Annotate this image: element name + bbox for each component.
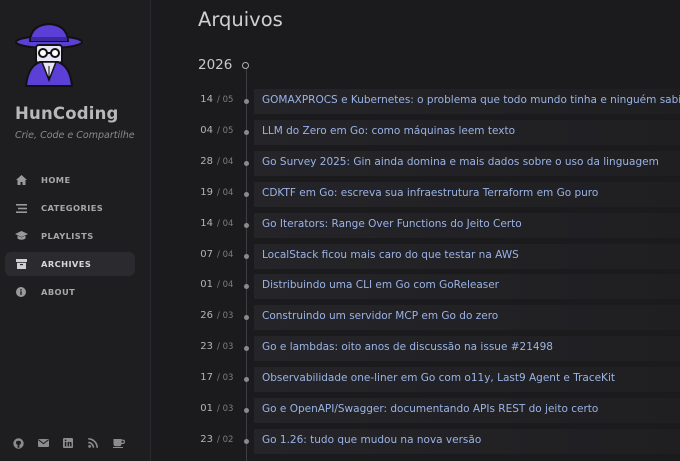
post-title-link[interactable]: CDKTF em Go: escreva sua infraestrutura … [262, 187, 598, 199]
timeline-dot [243, 253, 249, 259]
post-row[interactable]: 26 / 03 Construindo um servidor MCP em Go … [151, 305, 680, 331]
nav-item-categories[interactable]: CATEGORIES [5, 196, 135, 220]
post-day: 17 [200, 372, 213, 384]
post-row[interactable]: 23 / 02 Go 1.26: tudo que mudou na nova ve… [151, 428, 680, 454]
post-title-link[interactable]: Go Survey 2025: Gin ainda domina e mais … [262, 156, 659, 168]
post-row[interactable]: 07 / 04 LocalStack ficou mais caro do que … [151, 243, 680, 269]
graduation-cap-icon [14, 229, 28, 243]
post-title-link[interactable]: Go 1.26: tudo que mudou na nova versão [262, 434, 481, 446]
timeline-dot [243, 191, 249, 197]
nav-label-about: ABOUT [41, 287, 76, 297]
info-circle-icon [14, 285, 28, 299]
post-month: / 04 [217, 218, 234, 229]
post-month: / 03 [217, 311, 234, 322]
post-month: / 05 [217, 95, 234, 105]
post-month: / 03 [217, 373, 234, 384]
post-title-link[interactable]: Observabilidade one-liner em Go com o11y… [262, 372, 615, 384]
home-icon [14, 173, 28, 187]
timeline-dot [243, 99, 249, 104]
post-title-link[interactable]: GOMAXPROCS e Kubernetes: o problema que … [262, 94, 680, 106]
archive-icon [14, 257, 28, 271]
page-title: Arquivos [198, 8, 283, 31]
post-title-link[interactable]: Construindo um servidor MCP em Go do zer… [262, 310, 498, 322]
post-day: 04 [200, 124, 213, 136]
timeline-dot [243, 315, 249, 321]
post-row[interactable]: 17 / 03 Observabilidade one-liner em Go co… [151, 367, 680, 393]
nav-item-archives[interactable]: ARCHIVES [5, 252, 135, 276]
post-day: 01 [200, 403, 213, 414]
post-month: / 04 [217, 280, 234, 291]
post-day: 19 [200, 186, 213, 198]
post-row[interactable]: 01 / 04 Distribuindo uma CLI em Go com GoR… [151, 274, 680, 300]
post-day: 01 [200, 279, 213, 291]
post-month: / 03 [217, 404, 234, 414]
site-subtitle: Crie, Code e Compartilhe [15, 130, 135, 141]
nav-item-about[interactable]: ABOUT [5, 280, 135, 304]
post-day: 23 [200, 341, 213, 353]
post-title-link[interactable]: Go e OpenAPI/Swagger: documentando APIs … [262, 403, 598, 415]
post-day: 14 [200, 94, 213, 105]
post-day: 23 [200, 433, 213, 445]
nav-label-archives: ARCHIVES [41, 259, 92, 269]
rss-icon[interactable] [86, 436, 100, 450]
post-month: / 05 [217, 125, 234, 136]
nav-item-home[interactable]: HOME [5, 168, 135, 192]
post-month: / 02 [217, 434, 234, 445]
coffee-icon[interactable] [112, 436, 126, 450]
post-row[interactable]: 04 / 05 LLM do Zero em Go: como máquinas l… [151, 119, 680, 145]
nav-label-categories: CATEGORIES [41, 203, 104, 213]
post-title-link[interactable]: Distribuindo uma CLI em Go com GoRelease… [262, 279, 499, 291]
post-row[interactable]: 14 / 04 Go Iterators: Range Over Functions… [151, 212, 680, 238]
post-day: 14 [200, 217, 213, 229]
post-row[interactable]: 01 / 03 Go e OpenAPI/Swagger: documentando… [151, 398, 680, 423]
timeline-dot [243, 129, 249, 135]
timeline-dot [243, 160, 249, 166]
post-month: / 04 [217, 156, 234, 167]
post-title-link[interactable]: Go e lambdas: oito anos de discussão na … [262, 341, 553, 353]
post-title-link[interactable]: Go Iterators: Range Over Functions do Je… [262, 218, 522, 230]
post-month: / 03 [217, 342, 234, 353]
nav-label-playlists: PLAYLISTS [41, 231, 94, 241]
post-title-link[interactable]: LLM do Zero em Go: como máquinas leem te… [262, 125, 515, 137]
timeline-dot [243, 377, 249, 383]
post-row[interactable]: 23 / 03 Go e lambdas: oito anos de discuss… [151, 336, 680, 362]
post-month: / 04 [217, 187, 234, 198]
avatar-logo-icon[interactable] [14, 22, 84, 88]
timeline-dot [243, 284, 249, 290]
timeline-dot [243, 408, 249, 413]
linkedin-icon[interactable] [61, 436, 75, 450]
post-month: / 04 [217, 249, 234, 260]
year-label: 2026 [198, 57, 233, 73]
post-day: 07 [200, 248, 213, 260]
stream-icon [14, 201, 28, 215]
post-day: 28 [200, 155, 213, 167]
nav-label-home: HOME [41, 175, 71, 185]
post-row[interactable]: 14 / 05 GOMAXPROCS e Kubernetes: o problem… [151, 89, 680, 114]
github-icon[interactable] [11, 436, 25, 450]
archives-main: Arquivos 2026 14 / 05 GOMAXPROCS e Kuberne… [151, 0, 680, 461]
post-day: 26 [200, 310, 213, 322]
email-icon[interactable] [36, 436, 50, 450]
nav-item-playlists[interactable]: PLAYLISTS [5, 224, 135, 248]
post-row[interactable]: 28 / 04 Go Survey 2025: Gin ainda domina e… [151, 150, 680, 176]
timeline-dot [243, 346, 249, 352]
sidebar: HunCoding Crie, Code e Compartilhe HOME … [0, 0, 151, 461]
year-dot [242, 62, 249, 69]
timeline-dot [243, 222, 249, 228]
site-title[interactable]: HunCoding [15, 104, 119, 123]
post-row[interactable]: 19 / 04 CDKTF em Go: escreva sua infraestr… [151, 181, 680, 207]
timeline-dot [243, 438, 249, 444]
post-title-link[interactable]: LocalStack ficou mais caro do que testar… [262, 249, 519, 261]
